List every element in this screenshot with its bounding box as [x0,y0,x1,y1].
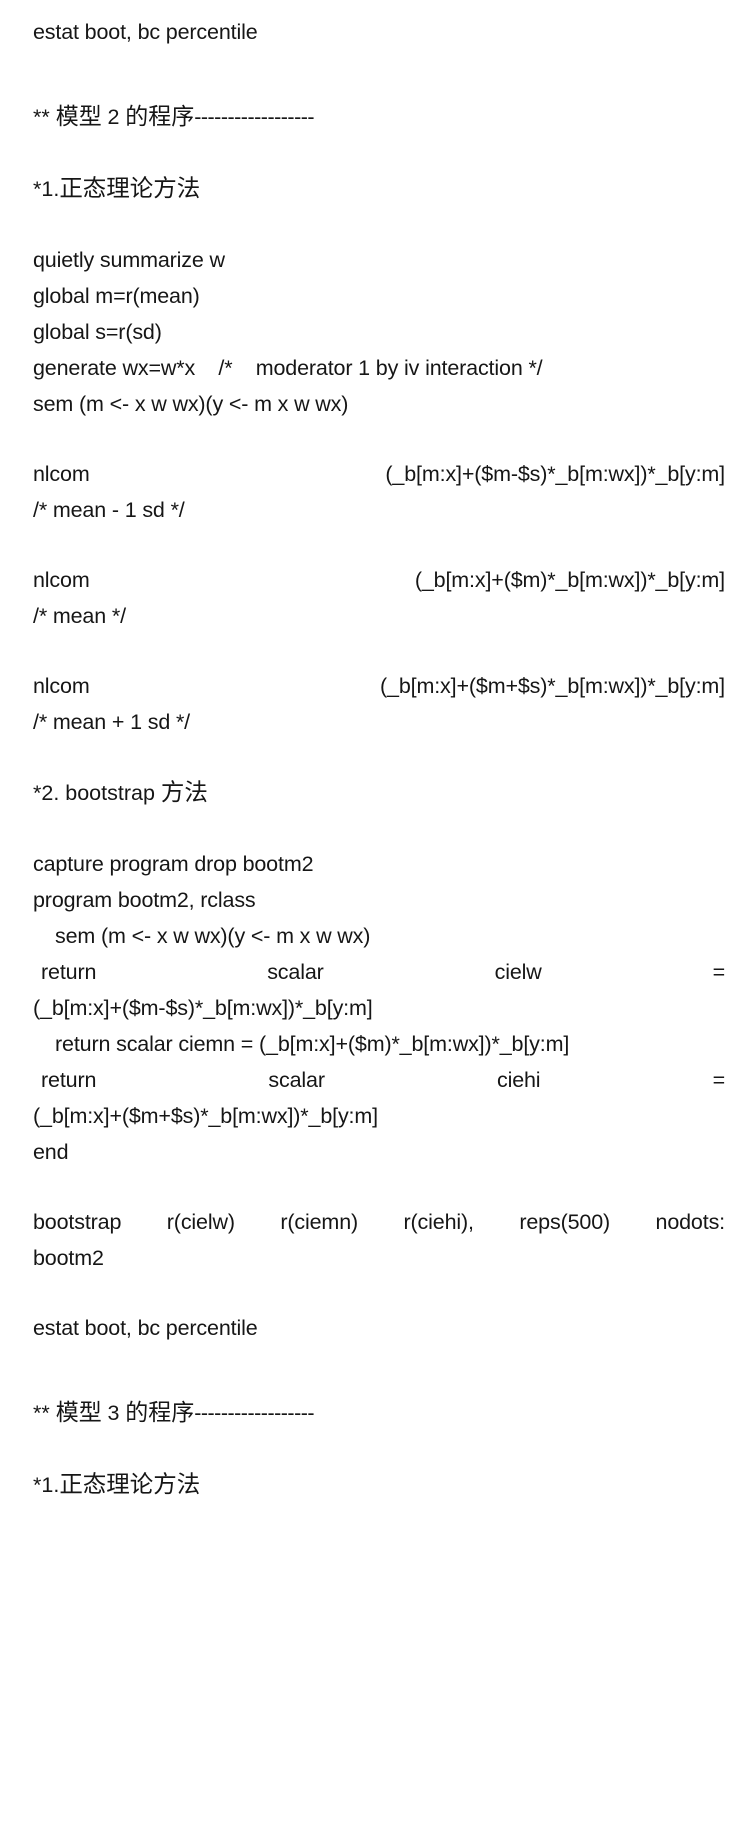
code-line-generate-wx: generate wx=w*x /* moderator 1 by iv int… [33,356,543,380]
code-line-estat-bottom: estat boot, bc percentile [33,1316,258,1340]
code-line-global-s: global s=r(sd) [33,320,162,344]
model2-header-prefix: ** [33,105,56,129]
code-line-quietly-summarize: quietly summarize w [33,248,225,272]
scalar-name-cielw: cielw [494,960,542,984]
model2-header-cjk-after: 的程序 [119,104,195,129]
subsection-marker: *2. bootstrap [33,781,161,805]
nlcom-row-mean: nlcom (_b[m:x]+($m)*_b[m:wx])*_b[y:m] [33,562,725,598]
subsection-normal-theory-1: *1.正态理论方法 [33,170,725,208]
model2-section-header: ** 模型 2 的程序------------------ [33,98,725,136]
scalar-keyword: scalar [267,960,324,984]
model3-header-number: 3 [107,1401,120,1425]
bootstrap-nodots-option: nodots: [655,1210,726,1234]
bootstrap-reps-option: reps(500) [519,1210,611,1234]
nlcom-row-mean-plus-sd: nlcom (_b[m:x]+($m+$s)*_b[m:wx])*_b[y:m] [33,668,725,704]
nlcom-expression: (_b[m:x]+($m-$s)*_b[m:wx])*_b[y:m] [385,462,725,486]
code-line-return-cielw: return scalar cielw = [33,954,725,990]
code-line-return-ciemn: return scalar ciemn = (_b[m:x]+($m)*_b[m… [55,1032,570,1056]
code-line-end: end [33,1140,69,1164]
code-line-return-ciehi-expression: (_b[m:x]+($m+$s)*_b[m:wx])*_b[y:m] [33,1104,378,1128]
nlcom-expression: (_b[m:x]+($m)*_b[m:wx])*_b[y:m] [414,568,725,592]
nlcom-comment-mean-plus-sd: /* mean + 1 sd */ [33,710,190,734]
document-page: estat boot, bc percentile ** 模型 2 的程序---… [0,0,755,1831]
model3-header-cjk-after: 的程序 [119,1400,195,1425]
code-line-capture-drop: capture program drop bootm2 [33,852,314,876]
code-line-program-bootm2: program bootm2, rclass [33,888,256,912]
document-content: estat boot, bc percentile ** 模型 2 的程序---… [0,0,755,1504]
model2-header-number: 2 [107,105,120,129]
bootstrap-stat-cielw: r(cielw) [166,1210,235,1234]
model2-header-dashes: ------------------ [194,105,315,129]
model2-header-cjk-before: 模型 [55,104,108,129]
equals-sign: = [712,1068,726,1092]
code-line-estat-top: estat boot, bc percentile [33,20,258,44]
subsection-label-cjk: 正态理论方法 [59,176,201,202]
code-line-bootstrap-call-program: bootm2 [33,1246,104,1270]
subsection-marker: *1. [33,177,60,201]
return-keyword: return [41,960,97,984]
model3-section-header: ** 模型 3 的程序------------------ [33,1394,725,1432]
nlcom-comment-mean: /* mean */ [33,604,126,628]
nlcom-command: nlcom [33,462,90,486]
bootstrap-stat-ciemn: r(ciemn) [280,1210,359,1234]
subsection-label-cjk: 正态理论方法 [59,1472,201,1498]
code-line-return-cielw-expression: (_b[m:x]+($m-$s)*_b[m:wx])*_b[y:m] [33,996,373,1020]
code-line-sem-model: sem (m <- x w wx)(y <- m x w wx) [33,392,349,416]
code-line-bootstrap-call: bootstrap r(cielw) r(ciemn) r(ciehi), re… [33,1204,725,1240]
code-line-global-m: global m=r(mean) [33,284,200,308]
code-line-sem-in-program: sem (m <- x w wx)(y <- m x w wx) [55,924,371,948]
subsection-bootstrap: *2. bootstrap 方法 [33,774,725,812]
nlcom-expression: (_b[m:x]+($m+$s)*_b[m:wx])*_b[y:m] [380,674,725,698]
bootstrap-keyword: bootstrap [33,1210,122,1234]
subsection-label-cjk: 方法 [160,780,208,806]
model3-header-prefix: ** [33,1401,56,1425]
model3-header-cjk-before: 模型 [55,1400,108,1425]
return-keyword: return [41,1068,97,1092]
code-line-return-ciehi: return scalar ciehi = [33,1062,725,1098]
scalar-keyword: scalar [268,1068,325,1092]
subsection-marker: *1. [33,1473,60,1497]
nlcom-comment-mean-minus-sd: /* mean - 1 sd */ [33,498,185,522]
nlcom-row-mean-minus-sd: nlcom (_b[m:x]+($m-$s)*_b[m:wx])*_b[y:m] [33,456,725,492]
scalar-name-ciehi: ciehi [496,1068,541,1092]
equals-sign: = [712,960,726,984]
nlcom-command: nlcom [33,674,90,698]
model3-header-dashes: ------------------ [194,1401,315,1425]
nlcom-command: nlcom [33,568,90,592]
subsection-normal-theory-2: *1.正态理论方法 [33,1466,725,1504]
bootstrap-stat-ciehi: r(ciehi), [403,1210,474,1234]
